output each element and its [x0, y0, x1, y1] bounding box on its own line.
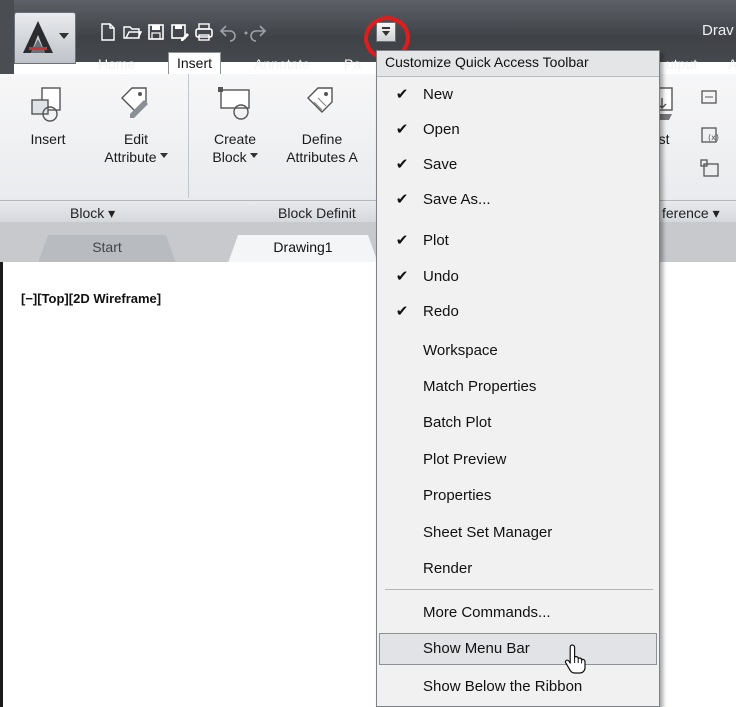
create-block-button[interactable]: Create Block: [204, 84, 266, 166]
menu-item-label: Batch Plot: [423, 414, 492, 431]
menu-item-open[interactable]: ✔ Open: [379, 114, 657, 146]
menu-item-label: Render: [423, 560, 473, 577]
insert-block-button[interactable]: Insert: [22, 84, 74, 148]
checkmark-icon: ✔: [395, 121, 409, 138]
undo-dropdown-icon[interactable]: [236, 22, 248, 42]
menu-item-label: Plot Preview: [423, 451, 507, 468]
menu-item-sheet-set-manager[interactable]: Sheet Set Manager: [379, 517, 657, 549]
menu-item-label: New: [423, 86, 454, 103]
menu-item-show-below-ribbon[interactable]: Show Below the Ribbon: [379, 671, 657, 703]
chevron-down-icon[interactable]: [159, 153, 168, 158]
checkmark-icon: ✔: [395, 268, 409, 285]
hand-cursor-icon: [564, 644, 586, 674]
tab-insert[interactable]: Insert: [168, 52, 222, 76]
menu-item-redo[interactable]: ✔ Redo: [379, 296, 657, 328]
menu-item-new[interactable]: ✔ New: [379, 79, 657, 111]
plot-icon[interactable]: [194, 22, 214, 42]
edit-attribute-button[interactable]: Edit Attribute: [96, 84, 176, 166]
checkmark-icon: ✔: [395, 232, 409, 249]
tab-addins[interactable]: A: [720, 54, 736, 74]
edit-attribute-icon: [121, 87, 148, 118]
menu-item-save[interactable]: ✔ Save: [379, 149, 657, 181]
menu-item-save-as[interactable]: ✔ Save As...: [379, 184, 657, 216]
save-as-icon[interactable]: [170, 22, 190, 42]
checkmark-icon: ✔: [395, 191, 409, 208]
menu-item-label: Save: [423, 156, 458, 173]
tab-annotate[interactable]: Annotate: [246, 54, 318, 74]
create-label-1: Create: [213, 131, 257, 147]
menu-item-show-menu-bar[interactable]: Show Menu Bar: [379, 633, 657, 665]
reference-tools[interactable]: (x): [692, 88, 732, 204]
checkmark-icon: ✔: [395, 156, 409, 173]
menu-item-undo[interactable]: ✔ Undo: [379, 261, 657, 293]
edit-label-2: Attribute: [104, 149, 157, 165]
menu-item-more-commands[interactable]: More Commands...: [379, 597, 657, 629]
window-edge: [0, 0, 14, 74]
tab-parametric[interactable]: Pa: [336, 54, 369, 74]
menu-item-batch-plot[interactable]: Batch Plot: [379, 407, 657, 439]
save-icon[interactable]: [146, 22, 166, 42]
svg-text:(x): (x): [708, 133, 719, 142]
redo-icon[interactable]: [248, 22, 268, 42]
insert-icon: [31, 87, 61, 122]
define-trailing: A: [348, 149, 358, 165]
open-icon[interactable]: [122, 22, 142, 42]
reference-icons: (x): [700, 90, 719, 177]
checkmark-icon: ✔: [395, 86, 409, 103]
tab-home[interactable]: Home: [90, 54, 143, 74]
menu-item-label: Redo: [423, 303, 459, 320]
menu-item-label: Sheet Set Manager: [423, 524, 553, 541]
application-menu-button[interactable]: [14, 12, 76, 64]
menu-item-label: Properties: [423, 487, 492, 504]
menu-item-properties[interactable]: Properties: [379, 480, 657, 512]
insert-label: Insert: [30, 131, 66, 147]
menu-item-workspace[interactable]: Workspace: [379, 335, 657, 367]
menu-item-label: Open: [423, 121, 460, 138]
viewport-controls[interactable]: [−][Top][2D Wireframe]: [21, 291, 161, 306]
menu-item-label: Plot: [423, 232, 449, 249]
define-label-2: Attributes: [286, 149, 346, 165]
panel-title-block-definition[interactable]: Block Definit: [278, 205, 356, 221]
panel-title-block[interactable]: Block ▾: [70, 205, 115, 222]
file-tab-start[interactable]: Start: [38, 235, 176, 263]
tab-output[interactable]: utput: [658, 54, 705, 74]
define-label-1: Define: [301, 131, 343, 147]
menu-item-label: Workspace: [423, 342, 498, 359]
document-title: Drav: [702, 22, 734, 39]
autocad-logo-icon: [23, 21, 53, 53]
file-tab-drawing1[interactable]: Drawing1: [228, 235, 378, 263]
edit-label-1: Edit: [123, 131, 149, 147]
checkmark-icon: ✔: [395, 303, 409, 320]
panel-divider: [188, 74, 189, 198]
define-attributes-icon: [307, 87, 333, 113]
menu-item-label: Match Properties: [423, 378, 537, 395]
undo-icon[interactable]: [218, 22, 238, 42]
menu-separator: [385, 589, 653, 590]
chevron-down-icon: [59, 33, 69, 39]
autocad-window: Drav Home Insert Annotate Pa utput A Ins…: [0, 0, 736, 707]
menu-item-plot-preview[interactable]: Plot Preview: [379, 444, 657, 476]
menu-item-plot[interactable]: ✔ Plot: [379, 225, 657, 257]
menu-item-match-properties[interactable]: Match Properties: [379, 371, 657, 403]
new-icon[interactable]: [98, 22, 118, 42]
menu-header: Customize Quick Access Toolbar: [377, 51, 659, 77]
create-label-2: Block: [212, 149, 247, 165]
customize-qat-menu: Customize Quick Access Toolbar ✔ New ✔ Ope…: [376, 50, 660, 707]
panel-title-reference[interactable]: ference ▾: [662, 205, 720, 222]
create-block-icon: [218, 87, 250, 120]
menu-item-render[interactable]: Render: [379, 553, 657, 585]
define-attributes-button[interactable]: Define Attributes A: [280, 84, 364, 166]
chevron-down-icon[interactable]: [249, 153, 258, 158]
menu-item-label: Save As...: [423, 191, 491, 208]
menu-item-label: Undo: [423, 268, 459, 285]
